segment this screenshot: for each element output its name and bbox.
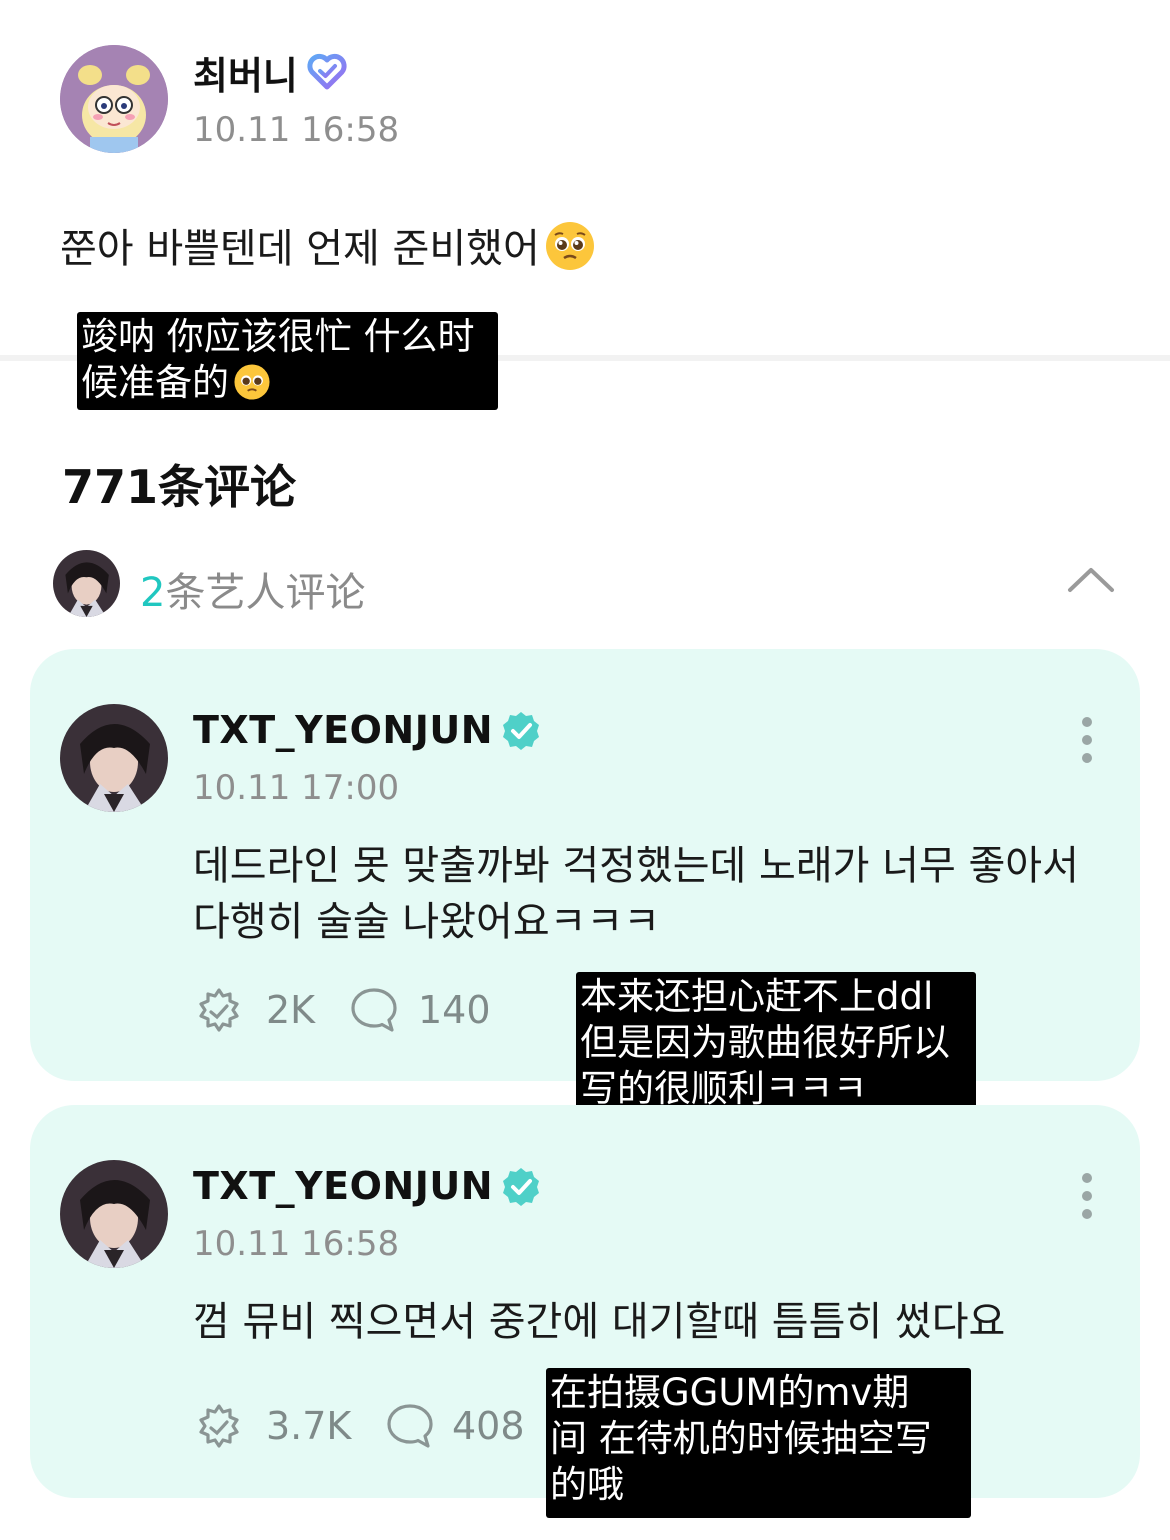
post-text: 쭌아 바쁠텐데 언제 준비했어 [60, 216, 596, 274]
commenter-avatar[interactable] [60, 704, 168, 812]
commenter-name[interactable]: TXT_YEONJUN [193, 708, 493, 752]
reply-icon[interactable] [348, 984, 400, 1036]
pleading-face-icon [545, 222, 594, 270]
post-text-content: 쭌아 바쁠텐데 언제 준비했어 [60, 226, 540, 272]
like-icon[interactable] [193, 984, 245, 1036]
commenter-avatar[interactable] [60, 1160, 168, 1268]
chevron-up-icon[interactable] [1066, 562, 1116, 596]
reply-count: 408 [452, 1404, 525, 1448]
caption-line: 竣呐 你应该很忙 什么时 [81, 315, 475, 358]
comment-text: 데드라인 못 맞출까봐 걱정했는데 노래가 너무 좋아서 다행히 술술 나왔어요… [193, 843, 1079, 945]
caption-line: 但是因为歌曲很好所以 [580, 1021, 950, 1064]
like-count: 3.7K [266, 1404, 352, 1448]
caption-line: 间 在待机的时候抽空写 [550, 1417, 932, 1460]
comment-time: 10.11 16:58 [193, 1224, 400, 1264]
commenter-name[interactable]: TXT_YEONJUN [193, 1164, 493, 1208]
reply-icon[interactable] [384, 1400, 436, 1452]
artist-comments-toggle[interactable]: 2条艺人评论 [140, 560, 365, 618]
translation-caption-comment: 本来还担心赶不上ddl 但是因为歌曲很好所以 写的很顺利ㅋㅋㅋ [576, 972, 976, 1118]
comments-count-title: 771条评论 [62, 460, 297, 514]
comment-text: 껌 뮤비 찍으면서 중간에 대기할때 틈틈히 썼다요 [193, 1299, 1006, 1345]
pleading-face-icon [234, 364, 270, 400]
more-vertical-icon[interactable] [1077, 712, 1097, 772]
author-name[interactable]: 최버니 [193, 45, 298, 100]
translation-caption-comment: 在拍摄GGUM的mv期 间 在待机的时候抽空写 的哦 [546, 1368, 971, 1518]
artist-comments-label: 条艺人评论 [165, 570, 366, 616]
verified-badge-icon [503, 1168, 539, 1206]
caption-line-text: 候准备的 [81, 361, 229, 404]
artist-comments-count: 2 [140, 570, 166, 616]
more-vertical-icon[interactable] [1077, 1168, 1097, 1228]
caption-line: 候准备的 [81, 360, 494, 406]
artist-avatar[interactable] [53, 550, 120, 617]
verified-heart-icon [307, 53, 347, 90]
translation-caption-post: 竣呐 你应该很忙 什么时 候准备的 [77, 312, 498, 410]
reply-count: 140 [418, 988, 491, 1032]
like-icon[interactable] [193, 1400, 245, 1452]
author-avatar[interactable] [60, 45, 168, 153]
caption-line: 在拍摄GGUM的mv期 [550, 1371, 910, 1414]
like-count: 2K [266, 988, 316, 1032]
caption-line: 本来还担心赶不上ddl [580, 975, 934, 1018]
verified-badge-icon [503, 712, 539, 750]
post-time: 10.11 16:58 [193, 110, 400, 150]
comment-time: 10.11 17:00 [193, 768, 400, 808]
caption-line: 的哦 [550, 1463, 624, 1506]
